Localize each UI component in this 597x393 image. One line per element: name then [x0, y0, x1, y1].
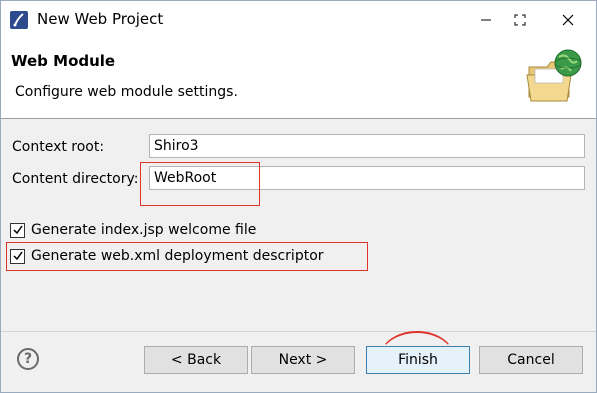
context-root-label: Context root:: [12, 139, 105, 155]
content-directory-highlight: [140, 162, 260, 206]
generate-index-label: Generate index.jsp welcome file: [31, 222, 257, 238]
folder-globe-icon: [526, 49, 582, 102]
title-bar: New Web Project: [1, 1, 596, 39]
button-bar-divider: [1, 331, 596, 332]
window-title: New Web Project: [37, 10, 164, 28]
context-root-input[interactable]: [149, 134, 585, 158]
back-button[interactable]: < Back: [144, 346, 248, 374]
finish-highlight-circle: [379, 331, 455, 387]
page-description: Configure web module settings.: [15, 84, 238, 100]
wizard-banner: Web Module Configure web module settings…: [1, 39, 596, 119]
minimize-icon[interactable]: [471, 6, 501, 34]
close-icon[interactable]: [553, 6, 583, 34]
cancel-button[interactable]: Cancel: [479, 346, 583, 374]
new-web-project-dialog: New Web Project Web Module Configure web…: [0, 0, 597, 393]
next-button[interactable]: Next >: [251, 346, 355, 374]
help-icon[interactable]: ?: [17, 348, 39, 370]
eclipse-app-icon: [10, 11, 28, 29]
generate-webxml-highlight: [6, 242, 368, 271]
content-directory-label: Content directory:: [12, 171, 139, 187]
generate-index-checkbox[interactable]: [10, 222, 25, 238]
generate-index-checkbox-row[interactable]: Generate index.jsp welcome file: [10, 222, 256, 238]
maximize-icon[interactable]: [505, 6, 535, 34]
checkmark-icon: [12, 225, 23, 235]
page-title: Web Module: [11, 52, 116, 70]
